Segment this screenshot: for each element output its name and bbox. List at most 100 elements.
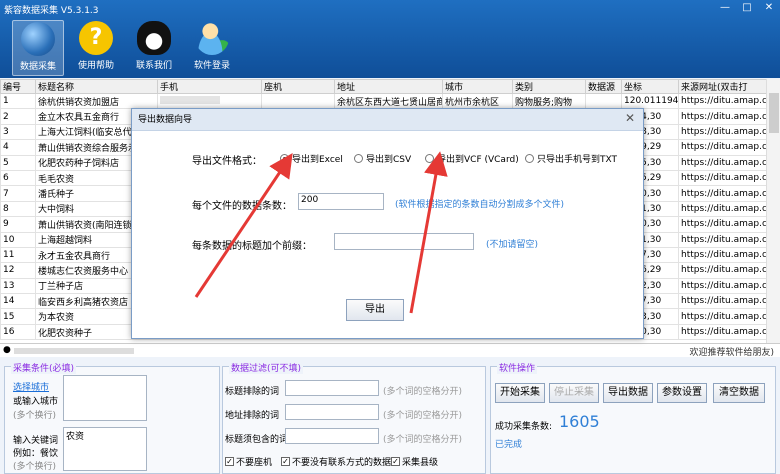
table-cell: 120.011194,30: [621, 92, 679, 110]
table-cell: 4: [0, 139, 36, 156]
table-cell: 余杭区东西大道七贤山居商: [334, 92, 443, 110]
radio-icon: [280, 154, 289, 163]
settings-button[interactable]: 参数设置: [657, 383, 707, 403]
table-cell: https://ditu.amap.c: [678, 308, 767, 325]
table-cell: https://ditu.amap.c: [678, 92, 767, 110]
collect-county-checkbox[interactable]: ✓ 采集县级: [391, 455, 438, 468]
minimize-button[interactable]: —: [714, 0, 736, 16]
format-label: 导出文件格式：: [192, 156, 262, 167]
checkbox-label: 不要没有联系方式的数据: [292, 458, 392, 468]
column-header[interactable]: 类别: [512, 79, 586, 94]
clear-data-button[interactable]: 清空数据: [713, 383, 765, 403]
format-csv-radio[interactable]: 导出到CSV: [354, 152, 411, 165]
must-contain-input[interactable]: [285, 428, 379, 444]
exclude-title-hint: (多个词的空格分开): [383, 387, 463, 397]
exclude-address-input[interactable]: [285, 404, 379, 420]
qq-penguin-icon: [137, 21, 171, 55]
radio-label: 导出到Excel: [292, 155, 343, 165]
start-collect-button[interactable]: 开始采集: [495, 383, 545, 403]
globe-icon: [21, 22, 55, 56]
scrollbar-thumb[interactable]: [769, 93, 779, 133]
must-contain-label: 标题须包含的词: [225, 435, 289, 445]
table-cell: https://ditu.amap.c: [678, 262, 767, 279]
toolbar-button-login[interactable]: 软件登录: [186, 20, 238, 76]
keyword-label: 输入关键词: [13, 436, 59, 446]
column-header[interactable]: 编号: [0, 79, 36, 94]
checkbox-label: 不要座机: [236, 458, 273, 468]
panel-title: 采集条件(必填): [11, 361, 77, 374]
prefix-input[interactable]: [334, 233, 474, 250]
table-cell: 5: [0, 154, 36, 171]
column-header[interactable]: 城市: [442, 79, 513, 94]
toolbar-button-data-collect[interactable]: 数据采集: [12, 20, 64, 76]
checkbox-check-icon: ✓: [391, 457, 400, 466]
table-cell: https://ditu.amap.c: [678, 277, 767, 295]
city-label: 或输入城市: [13, 397, 59, 407]
keyword-hint: (多个换行): [13, 462, 57, 472]
table-cell: https://ditu.amap.c: [678, 246, 767, 264]
close-window-button[interactable]: ✕: [758, 0, 780, 16]
table-cell: 16: [0, 323, 36, 341]
exclude-address-label: 地址排除的词: [225, 411, 280, 421]
table-header-row: 编号 标题名称 手机 座机 地址 城市 类别 数据源 坐标 来源网址(双击打: [0, 79, 767, 94]
table-cell: 购物服务;购物: [512, 92, 586, 110]
table-cell: https://ditu.amap.c: [678, 323, 767, 341]
table-cell: 11: [0, 246, 36, 264]
operations-panel: 软件操作 开始采集 停止采集 导出数据 参数设置 清空数据 成功采集条数: 16…: [490, 361, 776, 474]
column-header[interactable]: 数据源: [585, 79, 622, 94]
format-txt-radio[interactable]: 只导出手机号到TXT: [525, 152, 617, 165]
format-vcf-radio[interactable]: 导出到VCF (VCard): [425, 152, 519, 165]
table-cell: https://ditu.amap.c: [678, 169, 767, 187]
table-cell: [157, 92, 262, 110]
radio-icon: [525, 154, 534, 163]
table-row[interactable]: 1 徐杭供销农资加盟店 余杭区东西大道七贤山居商 杭州市余杭区 购物服务;购物 120.0…: [0, 92, 767, 110]
toolbar-label: 使用帮助: [77, 61, 114, 71]
toolbar-label: 联系我们: [135, 61, 172, 71]
table-cell: 12: [0, 262, 36, 279]
success-count-value: 1605: [559, 412, 600, 431]
must-contain-hint: (多个词的空格分开): [383, 435, 463, 445]
stop-collect-button[interactable]: 停止采集: [549, 383, 599, 403]
count-label: 每个文件的数据条数：: [192, 201, 292, 212]
prefix-label: 每条数据的标题加个前缀：: [192, 241, 312, 252]
toolbar-label: 软件登录: [193, 61, 230, 71]
table-cell: https://ditu.amap.c: [678, 108, 767, 125]
table-cell: https://ditu.amap.c: [678, 123, 767, 141]
checkbox-check-icon: ✓: [225, 457, 234, 466]
column-header[interactable]: 地址: [334, 79, 443, 94]
no-landline-checkbox[interactable]: ✓ 不要座机: [225, 455, 272, 468]
column-header[interactable]: 座机: [261, 79, 335, 94]
city-textarea[interactable]: [63, 375, 147, 421]
help-icon: ?: [79, 21, 113, 55]
table-cell: 14: [0, 293, 36, 310]
keyword-textarea[interactable]: 农资: [63, 427, 147, 471]
column-header[interactable]: 标题名称: [35, 79, 158, 94]
column-header[interactable]: 手机: [157, 79, 262, 94]
table-cell: https://ditu.amap.c: [678, 139, 767, 156]
count-hint: (软件根据指定的条数自动分割成多个文件): [395, 200, 565, 210]
select-city-link[interactable]: 选择城市: [13, 380, 49, 393]
column-header[interactable]: 坐标: [621, 79, 679, 94]
export-button[interactable]: 导出: [346, 299, 404, 321]
table-cell: 杭州市余杭区: [442, 92, 513, 110]
count-input[interactable]: 200: [298, 193, 384, 210]
column-header[interactable]: 来源网址(双击打: [678, 79, 767, 94]
table-vertical-scrollbar[interactable]: [766, 79, 780, 343]
app-window: 紫容数据采集 V5.3.1.3 — □ ✕ 数据采集 ? 使用帮助 联系我们 软…: [0, 0, 780, 474]
table-cell: 3: [0, 123, 36, 141]
no-contactless-checkbox[interactable]: ✓ 不要没有联系方式的数据: [281, 455, 391, 468]
format-excel-radio[interactable]: 导出到Excel: [280, 152, 343, 165]
welcome-text: 欢迎推荐软件给朋友): [689, 348, 774, 358]
toolbar-button-contact[interactable]: 联系我们: [128, 20, 180, 76]
panel-title: 软件操作: [497, 361, 538, 374]
maximize-button[interactable]: □: [736, 0, 758, 16]
table-cell: 徐杭供销农资加盟店: [35, 92, 158, 110]
toolbar-button-help[interactable]: ? 使用帮助: [70, 20, 122, 76]
dialog-close-button[interactable]: ✕: [625, 111, 635, 125]
dialog-title: 导出数据向导: [132, 109, 643, 131]
keyword-example: 例如：餐饮: [13, 449, 59, 459]
status-bar: ● 欢迎推荐软件给朋友): [0, 343, 780, 358]
export-data-button[interactable]: 导出数据: [603, 383, 653, 403]
exclude-title-input[interactable]: [285, 380, 379, 396]
checkbox-check-icon: ✓: [281, 457, 290, 466]
